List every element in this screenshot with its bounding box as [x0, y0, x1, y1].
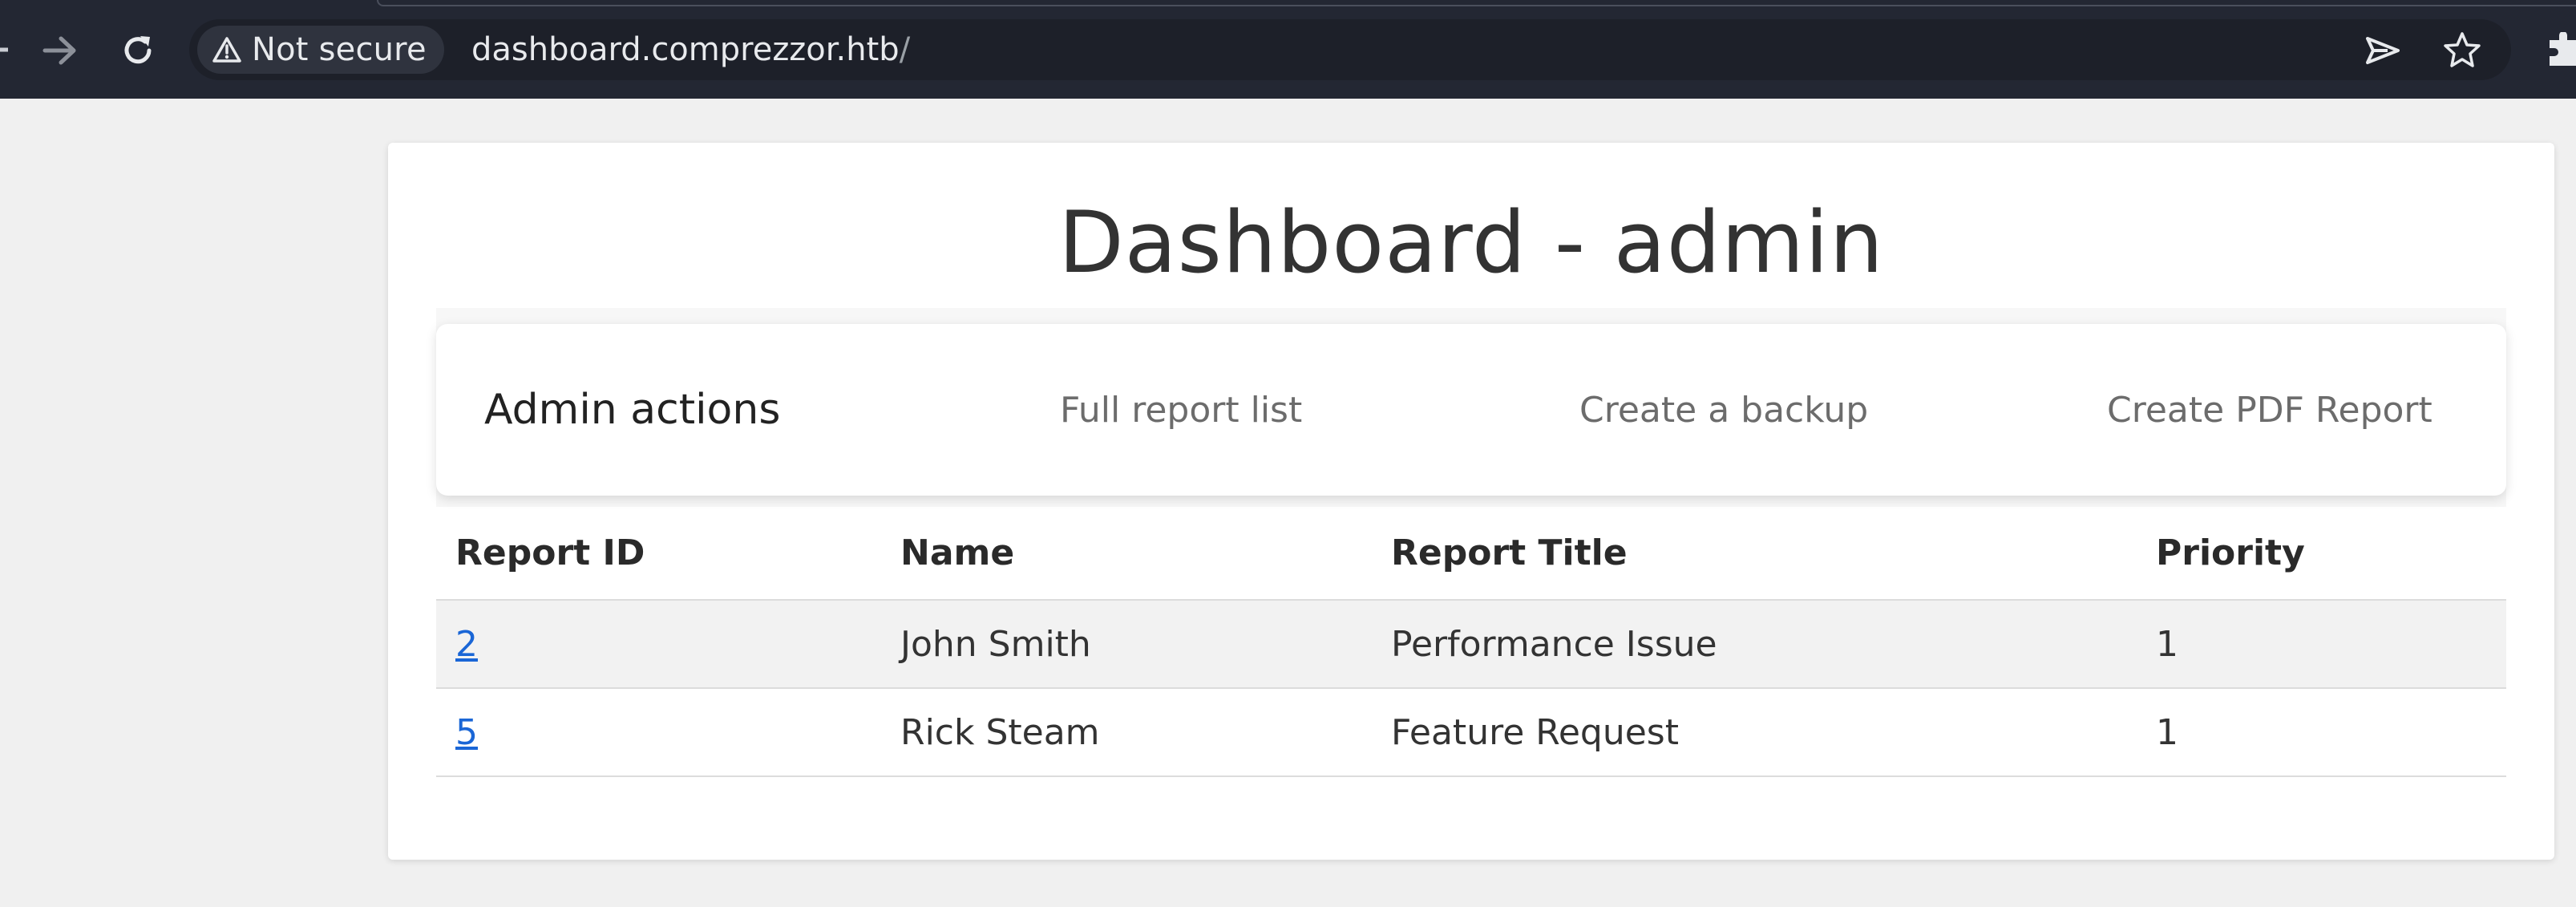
address-bar[interactable]: Not secure dashboard.comprezzor.htb/	[189, 19, 2511, 80]
header-report-id: Report ID	[436, 507, 881, 601]
browser-toolbar: Not secure dashboard.comprezzor.htb/	[0, 0, 2576, 99]
forward-icon[interactable]	[38, 32, 82, 69]
table-row: 2 John Smith Performance Issue 1	[436, 600, 2506, 689]
header-priority: Priority	[2137, 507, 2506, 601]
page-title: Dashboard - admin	[1058, 193, 1884, 292]
create-backup-link[interactable]: Create a backup	[1579, 388, 1868, 433]
admin-navbar: Admin actions Full report list Create a …	[436, 324, 2506, 496]
reload-icon[interactable]	[115, 30, 160, 71]
security-label: Not secure	[252, 31, 427, 68]
star-icon[interactable]	[2441, 29, 2484, 71]
report-id-cell: 2	[436, 600, 881, 689]
name-cell: John Smith	[881, 600, 1372, 689]
report-id-link[interactable]: 2	[455, 624, 478, 665]
url-text[interactable]: dashboard.comprezzor.htb/	[471, 30, 910, 69]
priority-cell: 1	[2137, 688, 2506, 777]
report-id-cell: 5	[436, 688, 881, 777]
share-icon[interactable]	[2362, 32, 2404, 69]
table-row: 5 Rick Steam Feature Request 1	[436, 688, 2506, 777]
reports-table: Report ID Name Report Title Priority 2 J…	[436, 507, 2506, 777]
report-title-cell: Performance Issue	[1372, 600, 2137, 689]
back-icon[interactable]	[0, 35, 11, 64]
create-pdf-report-link[interactable]: Create PDF Report	[2107, 388, 2432, 433]
header-report-title: Report Title	[1372, 507, 2137, 601]
dashboard-card: Dashboard - admin Admin actions Full rep…	[388, 143, 2554, 860]
name-cell: Rick Steam	[881, 688, 1372, 777]
table-header-row: Report ID Name Report Title Priority	[436, 507, 2506, 601]
security-indicator[interactable]: Not secure	[197, 26, 444, 74]
tab-strip-edge	[377, 0, 2576, 6]
full-report-list-link[interactable]: Full report list	[1060, 388, 1302, 433]
extensions-icon[interactable]	[2546, 32, 2576, 69]
priority-cell: 1	[2137, 600, 2506, 689]
report-id-link[interactable]: 5	[455, 712, 478, 753]
warning-icon	[212, 36, 242, 63]
header-name: Name	[881, 507, 1372, 601]
admin-actions-brand[interactable]: Admin actions	[484, 385, 780, 435]
url-host: dashboard.comprezzor.htb	[471, 31, 900, 68]
url-path: /	[899, 31, 911, 68]
report-title-cell: Feature Request	[1372, 688, 2137, 777]
